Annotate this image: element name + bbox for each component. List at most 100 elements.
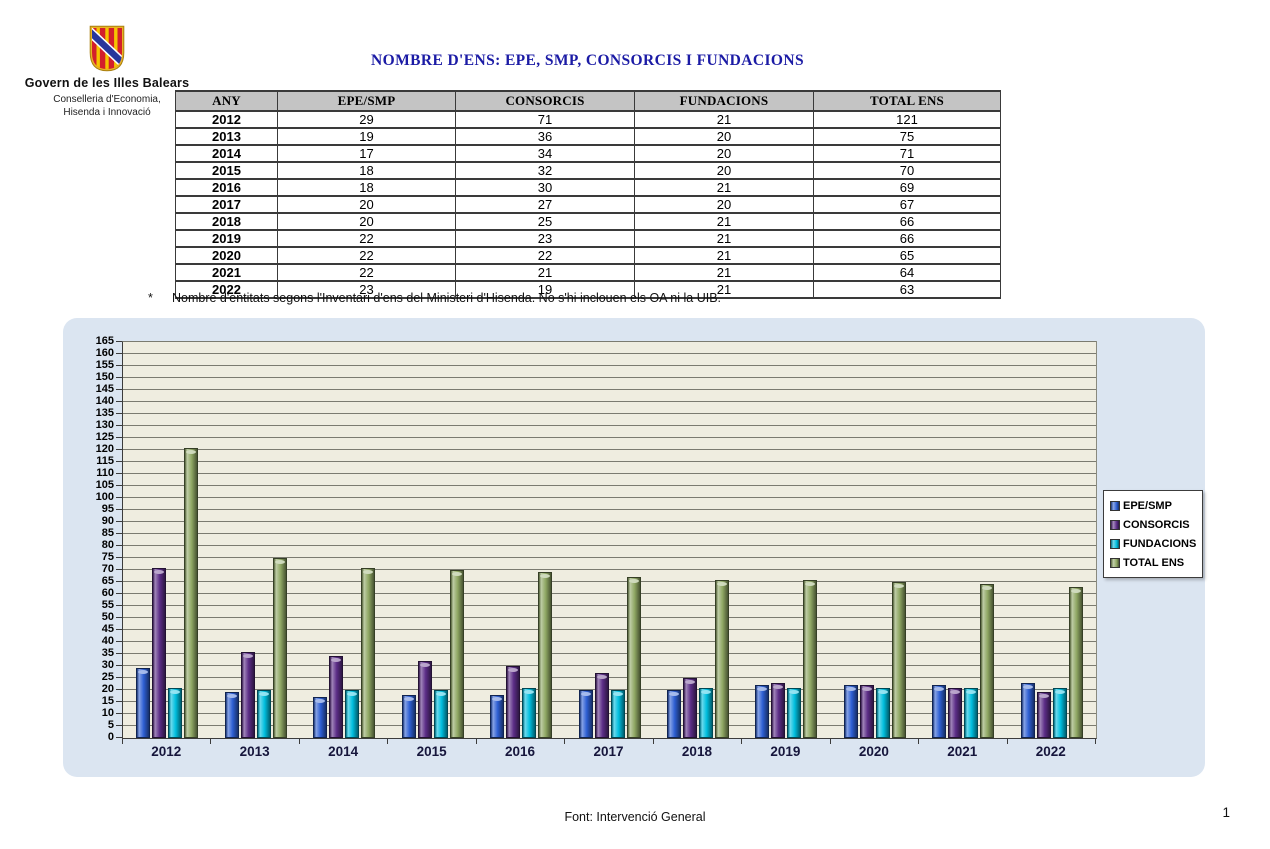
table-row: 202022222165 — [176, 247, 1001, 264]
gridline — [123, 353, 1096, 354]
table-cell-year: 2014 — [176, 145, 278, 162]
bar-top-highlight — [581, 692, 591, 696]
table-cell-value: 66 — [814, 230, 1001, 247]
y-axis-label: 125 — [65, 431, 114, 443]
gridline — [123, 377, 1096, 378]
x-axis-tick — [1095, 738, 1096, 744]
y-axis-label: 65 — [65, 575, 114, 587]
y-axis-tick — [116, 701, 122, 702]
table-cell-value: 66 — [814, 213, 1001, 230]
x-axis-label: 2017 — [564, 744, 652, 762]
table-cell-year: 2015 — [176, 162, 278, 179]
gridline — [123, 521, 1096, 522]
bar-consorcis — [506, 666, 520, 738]
bar-consorcis — [860, 685, 874, 738]
table-cell-value: 22 — [278, 247, 456, 264]
gridline — [123, 509, 1096, 510]
bar-fundacions — [257, 690, 271, 738]
y-axis-tick — [116, 353, 122, 354]
y-axis-tick — [116, 665, 122, 666]
gridline — [123, 437, 1096, 438]
bar-top-highlight — [685, 680, 695, 684]
gridline — [123, 461, 1096, 462]
bar-consorcis — [418, 661, 432, 738]
y-axis-tick — [116, 521, 122, 522]
bar-top-highlight — [1055, 690, 1065, 694]
bar-top-highlight — [717, 582, 727, 586]
legend-marker-icon — [1110, 520, 1120, 530]
gridline — [123, 545, 1096, 546]
y-axis-label: 100 — [65, 491, 114, 503]
x-axis-label: 2014 — [299, 744, 387, 762]
bar-total-ens — [627, 577, 641, 738]
table-cell-value: 19 — [278, 128, 456, 145]
bar-top-highlight — [1071, 589, 1081, 593]
table-cell-value: 18 — [278, 162, 456, 179]
legend-item: FUNDACIONS — [1110, 534, 1196, 553]
y-axis-label: 115 — [65, 455, 114, 467]
bar-top-highlight — [259, 692, 269, 696]
table-cell-value: 17 — [278, 145, 456, 162]
report-page: Govern de les Illes Balears Conselleria … — [0, 0, 1270, 849]
x-axis-label: 2013 — [210, 744, 298, 762]
bar-consorcis — [595, 673, 609, 738]
x-axis-label: 2022 — [1007, 744, 1095, 762]
bar-consorcis — [1037, 692, 1051, 738]
table-row: 202122212164 — [176, 264, 1001, 281]
bar-top-highlight — [347, 692, 357, 696]
table-cell-value: 27 — [456, 196, 635, 213]
y-axis-label: 150 — [65, 371, 114, 383]
y-axis-tick — [116, 689, 122, 690]
gridline — [123, 401, 1096, 402]
legend-label: EPE/SMP — [1123, 500, 1172, 512]
bar-top-highlight — [950, 690, 960, 694]
y-axis-label: 5 — [65, 719, 114, 731]
gridline — [123, 653, 1096, 654]
bar-fundacions — [345, 690, 359, 738]
y-axis-label: 155 — [65, 359, 114, 371]
page-number: 1 — [1222, 805, 1230, 820]
y-axis-tick — [116, 485, 122, 486]
bar-top-highlight — [805, 582, 815, 586]
bar-top-highlight — [1023, 685, 1033, 689]
bar-total-ens — [980, 584, 994, 738]
gridline — [123, 485, 1096, 486]
table-cell-value: 18 — [278, 179, 456, 196]
bar-fundacions — [168, 688, 182, 738]
gridline — [123, 473, 1096, 474]
table-cell-value: 21 — [635, 230, 814, 247]
bar-total-ens — [1069, 587, 1083, 738]
gridline — [123, 497, 1096, 498]
bar-top-highlight — [492, 697, 502, 701]
y-axis-label: 35 — [65, 647, 114, 659]
legend-marker-icon — [1110, 501, 1120, 511]
legend-label: CONSORCIS — [1123, 519, 1190, 531]
chart-plot-area — [122, 341, 1097, 739]
table-cell-value: 63 — [814, 281, 1001, 298]
table-cell-year: 2018 — [176, 213, 278, 230]
bar-chart-panel: 0510152025303540455055606570758085909510… — [63, 318, 1205, 777]
table-cell-value: 20 — [278, 213, 456, 230]
bar-top-highlight — [773, 685, 783, 689]
table-cell-value: 25 — [456, 213, 635, 230]
y-axis-label: 0 — [65, 731, 114, 743]
table-cell-year: 2016 — [176, 179, 278, 196]
bar-top-highlight — [789, 690, 799, 694]
bar-total-ens — [184, 448, 198, 738]
y-axis-tick — [116, 629, 122, 630]
bar-top-highlight — [420, 663, 430, 667]
bar-fundacions — [434, 690, 448, 738]
legend-item: TOTAL ENS — [1110, 553, 1196, 572]
bar-total-ens — [361, 568, 375, 738]
gridline — [123, 605, 1096, 606]
bar-epe-smp — [402, 695, 416, 738]
y-axis-tick — [116, 425, 122, 426]
y-axis-tick — [116, 461, 122, 462]
gridline — [123, 425, 1096, 426]
gridline — [123, 557, 1096, 558]
bar-top-highlight — [862, 687, 872, 691]
table-cell-value: 71 — [456, 111, 635, 128]
y-axis-tick — [116, 605, 122, 606]
bar-top-highlight — [597, 675, 607, 679]
bar-total-ens — [715, 580, 729, 738]
